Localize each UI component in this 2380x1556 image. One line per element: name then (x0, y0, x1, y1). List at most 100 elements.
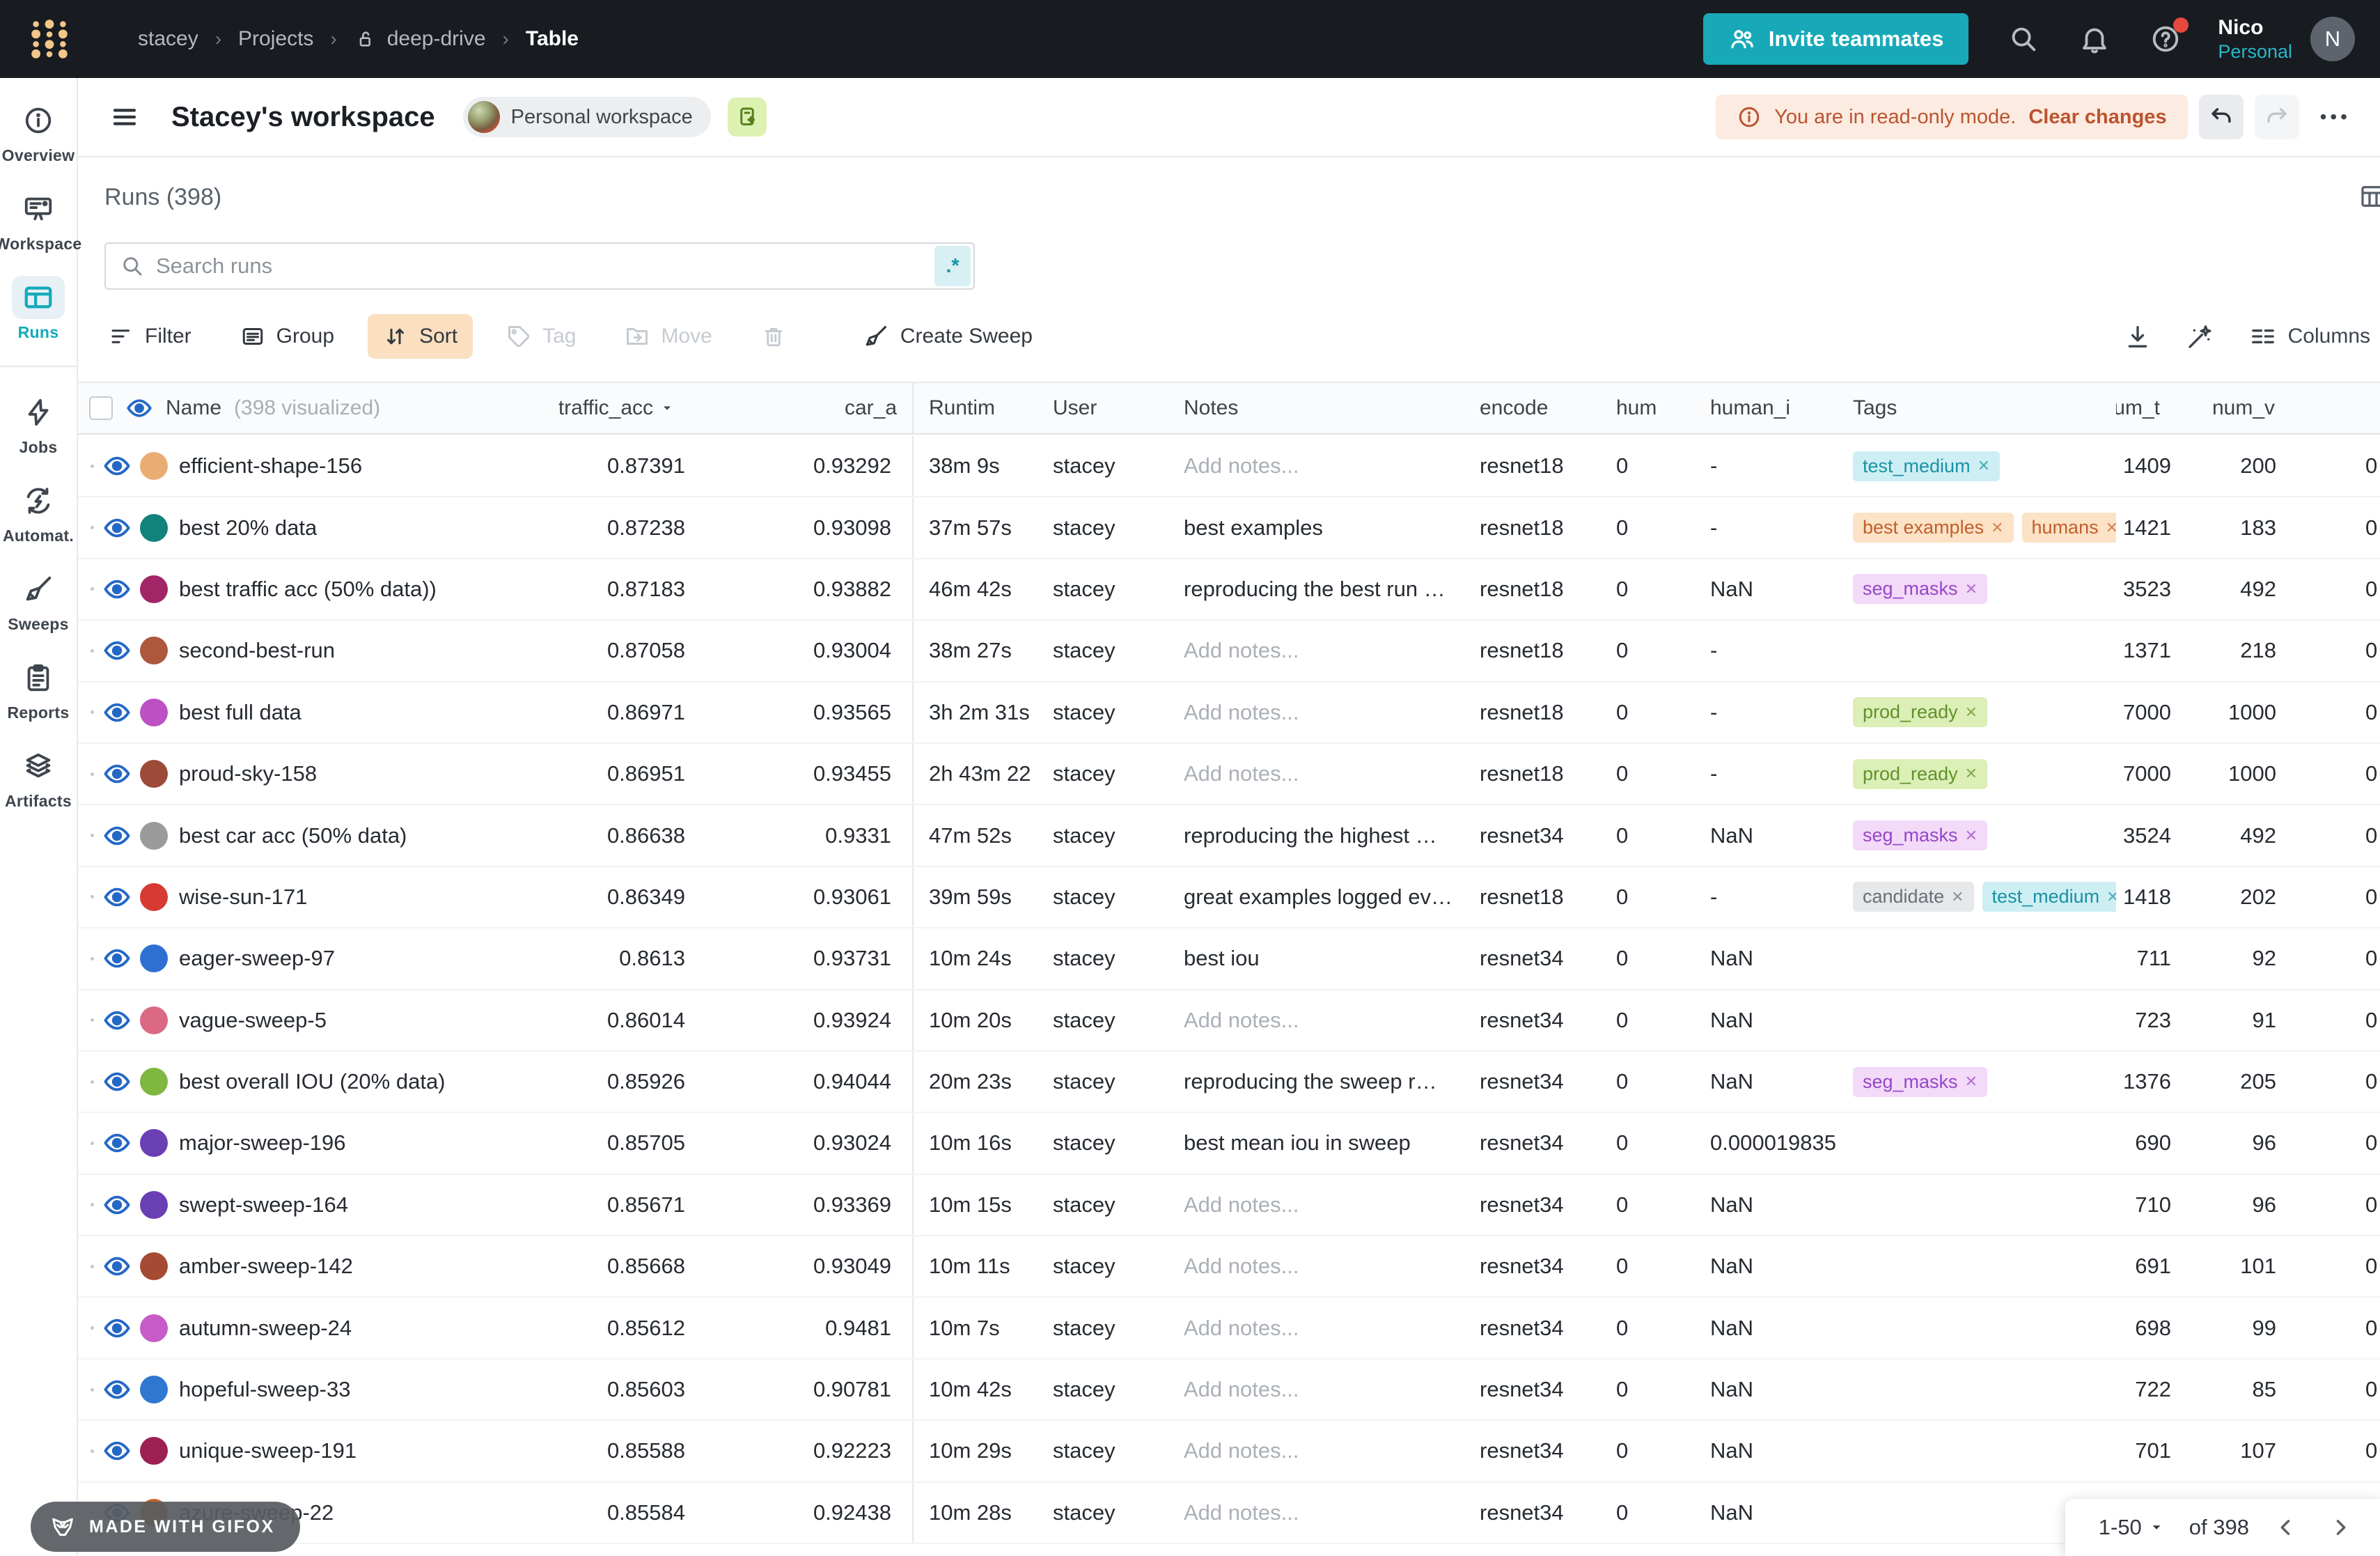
table-row[interactable]: hopeful-sweep-33 0.85603 0.90781 10m 42s… (78, 1360, 2380, 1421)
tag-remove-icon[interactable]: ✕ (1951, 888, 1964, 906)
tag-remove-icon[interactable]: ✕ (1965, 765, 1978, 783)
undo-button[interactable] (2199, 95, 2244, 139)
run-user[interactable]: stacey (1038, 1298, 1168, 1357)
tag-chip[interactable]: humans✕ (2022, 513, 2116, 543)
user-avatar[interactable]: N (2310, 17, 2355, 61)
run-name[interactable]: hopeful-sweep-33 (179, 1377, 350, 1402)
sidebar-item-jobs[interactable]: Jobs (12, 391, 65, 457)
table-row[interactable]: autumn-sweep-24 0.85612 0.9481 10m 7s st… (78, 1298, 2380, 1359)
header-runtime[interactable]: Runtim (912, 383, 1038, 433)
run-notes[interactable]: Add notes... (1168, 436, 1464, 496)
table-row[interactable]: eager-sweep-97 0.8613 0.93731 10m 24s st… (78, 928, 2380, 990)
row-drag-handle[interactable] (91, 1080, 94, 1084)
run-user[interactable]: stacey (1038, 621, 1168, 680)
visualize-all-eye-icon[interactable] (125, 394, 153, 422)
run-user[interactable]: stacey (1038, 1052, 1168, 1112)
run-name[interactable]: autumn-sweep-24 (179, 1316, 352, 1341)
run-notes[interactable]: best mean iou in sweep (1168, 1113, 1464, 1173)
sidebar-item-runs[interactable]: Runs (12, 276, 65, 342)
header-human-id[interactable]: human_i (1695, 383, 1838, 433)
row-drag-handle[interactable] (91, 1142, 94, 1145)
hamburger-menu-icon[interactable] (110, 102, 139, 132)
page-size-selector[interactable]: 1-50 (2099, 1515, 2164, 1540)
prev-page-button[interactable] (2274, 1516, 2298, 1539)
run-user[interactable]: stacey (1038, 805, 1168, 865)
visualize-eye-icon[interactable] (102, 759, 132, 788)
header-name-label[interactable]: Name (166, 396, 221, 420)
run-notes[interactable]: Add notes... (1168, 683, 1464, 742)
header-num-t[interactable]: num_t (2116, 383, 2175, 433)
tag-chip[interactable]: candidate✕ (1853, 882, 1974, 912)
visualize-eye-icon[interactable] (102, 1128, 132, 1158)
tag-remove-icon[interactable]: ✕ (1965, 827, 1978, 845)
visualize-eye-icon[interactable] (102, 1067, 132, 1096)
row-drag-handle[interactable] (91, 1265, 94, 1268)
visualize-eye-icon[interactable] (102, 1375, 132, 1404)
row-drag-handle[interactable] (91, 957, 94, 960)
user-meta[interactable]: Nico Personal (2218, 16, 2292, 63)
run-user[interactable]: stacey (1038, 928, 1168, 988)
tag-chip[interactable]: best examples✕ (1853, 513, 2014, 543)
table-row[interactable]: efficient-shape-156 0.87391 0.93292 38m … (78, 436, 2380, 497)
header-car-a[interactable]: car_a (689, 383, 912, 433)
run-notes[interactable]: reproducing the best run … (1168, 559, 1464, 619)
workspace-selector[interactable]: Personal workspace (463, 97, 711, 137)
wandb-logo-icon[interactable] (28, 17, 71, 61)
run-name[interactable]: swept-sweep-164 (179, 1192, 348, 1217)
tag-chip[interactable]: seg_masks✕ (1853, 574, 1987, 604)
run-name[interactable]: best overall IOU (20% data) (179, 1069, 446, 1094)
tag-remove-icon[interactable]: ✕ (2106, 888, 2116, 906)
table-row[interactable]: vague-sweep-5 0.86014 0.93924 10m 20s st… (78, 990, 2380, 1052)
run-name[interactable]: proud-sky-158 (179, 761, 317, 786)
more-options-button[interactable]: ••• (2320, 106, 2351, 128)
header-hum[interactable]: hum (1601, 383, 1695, 433)
run-user[interactable]: stacey (1038, 559, 1168, 619)
visualize-eye-icon[interactable] (102, 636, 132, 665)
run-notes[interactable]: reproducing the highest … (1168, 805, 1464, 865)
row-drag-handle[interactable] (91, 1388, 94, 1392)
breadcrumb-section[interactable]: Projects (238, 27, 313, 51)
breadcrumb-entity[interactable]: stacey (138, 27, 198, 51)
table-row[interactable]: best full data 0.86971 0.93565 3h 2m 31s… (78, 683, 2380, 744)
help-icon[interactable] (2150, 23, 2182, 55)
run-name[interactable]: amber-sweep-142 (179, 1254, 353, 1279)
tag-chip[interactable]: prod_ready✕ (1853, 697, 1987, 727)
run-notes[interactable]: Add notes... (1168, 744, 1464, 804)
visualize-eye-icon[interactable] (102, 698, 132, 727)
row-drag-handle[interactable] (91, 649, 94, 653)
row-drag-handle[interactable] (91, 1203, 94, 1206)
row-drag-handle[interactable] (91, 587, 94, 591)
run-user[interactable]: stacey (1038, 1113, 1168, 1173)
table-row[interactable]: major-sweep-196 0.85705 0.93024 10m 16s … (78, 1113, 2380, 1174)
table-row[interactable]: amber-sweep-142 0.85668 0.93049 10m 11s … (78, 1236, 2380, 1298)
run-notes[interactable]: best examples (1168, 497, 1464, 557)
create-sweep-button[interactable]: Create Sweep (847, 313, 1048, 359)
run-notes[interactable]: Add notes... (1168, 621, 1464, 680)
sidebar-item-reports[interactable]: Reports (7, 656, 69, 722)
run-notes[interactable]: Add notes... (1168, 1421, 1464, 1481)
tag-remove-icon[interactable]: ✕ (1978, 457, 1990, 475)
header-encoder[interactable]: encode (1464, 383, 1601, 433)
visualize-eye-icon[interactable] (102, 513, 132, 543)
run-user[interactable]: stacey (1038, 867, 1168, 927)
row-drag-handle[interactable] (91, 895, 94, 898)
run-name[interactable]: wise-sun-171 (179, 885, 307, 910)
select-all-checkbox[interactable] (89, 396, 113, 420)
breadcrumb-project[interactable]: deep-drive (387, 27, 486, 51)
tag-remove-icon[interactable]: ✕ (1965, 580, 1978, 598)
sidebar-item-workspace[interactable]: Workspace (0, 187, 82, 254)
next-page-button[interactable] (2328, 1516, 2352, 1539)
redo-button[interactable] (2255, 95, 2299, 139)
run-user[interactable]: stacey (1038, 1360, 1168, 1419)
tag-remove-icon[interactable]: ✕ (1965, 1073, 1978, 1091)
row-drag-handle[interactable] (91, 834, 94, 837)
run-notes[interactable]: Add notes... (1168, 1360, 1464, 1419)
visualize-eye-icon[interactable] (102, 882, 132, 912)
run-user[interactable]: stacey (1038, 497, 1168, 557)
table-row[interactable]: second-best-run 0.87058 0.93004 38m 27s … (78, 621, 2380, 682)
visualize-eye-icon[interactable] (102, 575, 132, 604)
visualize-eye-icon[interactable] (102, 1436, 132, 1465)
header-num-v[interactable]: num_v (2175, 383, 2290, 433)
run-name[interactable]: best full data (179, 700, 302, 725)
visualize-eye-icon[interactable] (102, 1314, 132, 1343)
